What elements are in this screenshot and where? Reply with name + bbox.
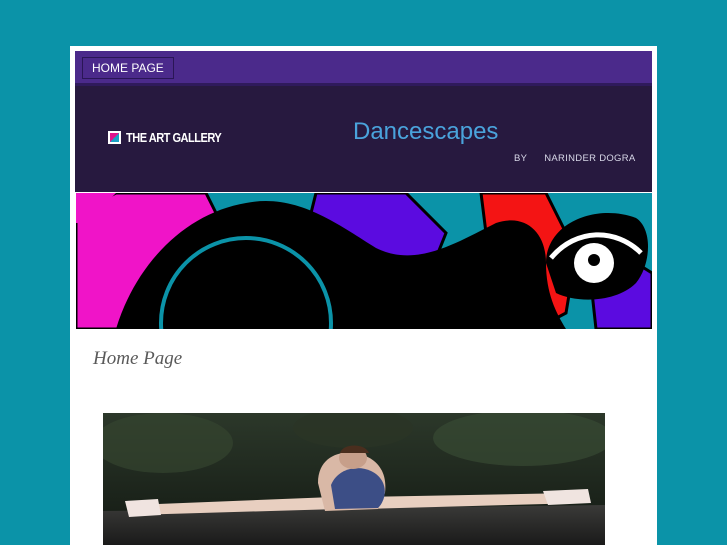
byline: BY NARINDER DOGRA [514, 153, 636, 164]
page-heading: Home Page [93, 348, 183, 369]
page-container: HOME PAGE THE ART GALLERY Dancescapes BY… [70, 46, 657, 545]
nav-item-home-page[interactable]: HOME PAGE [82, 57, 174, 79]
site-logo[interactable]: THE ART GALLERY [108, 129, 238, 145]
site-title: Dancescapes [353, 118, 499, 145]
logo-text: THE ART GALLERY [126, 129, 222, 145]
site-header: THE ART GALLERY Dancescapes BY NARINDER … [75, 86, 652, 192]
header-banner-artwork [76, 193, 652, 329]
top-nav-bar: HOME PAGE [75, 51, 652, 86]
byline-author: NARINDER DOGRA [544, 153, 636, 164]
dancer-photo [103, 413, 605, 545]
byline-prefix: BY [514, 153, 528, 164]
gallery-logo-icon [108, 130, 121, 144]
